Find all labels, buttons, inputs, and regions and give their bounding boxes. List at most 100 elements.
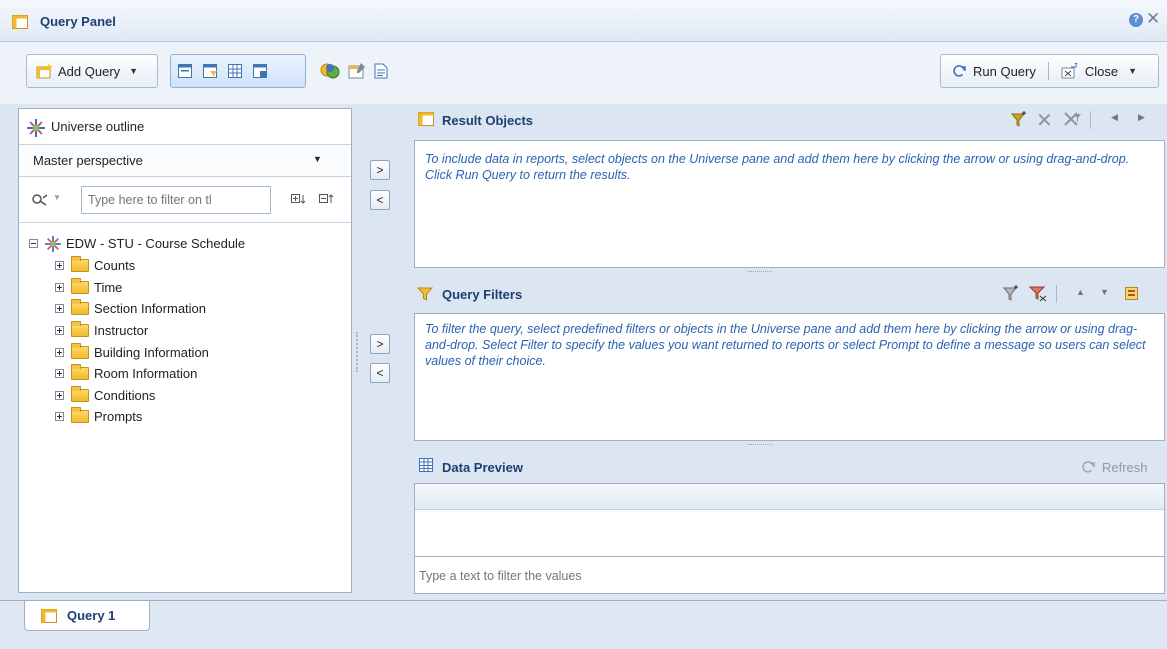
collapse-all-icon[interactable] — [319, 193, 335, 205]
move-left-icon[interactable]: ◀ — [1111, 112, 1118, 123]
add-query-label: Add Query — [58, 63, 121, 79]
move-down-icon[interactable]: ▼ — [1100, 287, 1109, 297]
view-script-icon[interactable] — [374, 63, 388, 79]
data-preview-icon — [419, 458, 433, 472]
splitter-handle[interactable] — [356, 332, 360, 372]
query-tab-label: Query 1 — [67, 608, 116, 623]
add-filter-button[interactable]: > — [370, 334, 390, 354]
tree-folder[interactable]: Time — [55, 277, 122, 298]
folder-icon — [71, 407, 89, 423]
filter-options-icon[interactable] — [1028, 284, 1048, 302]
data-preview-pane-icon[interactable] — [227, 63, 243, 79]
refresh-button[interactable]: Refresh — [1102, 460, 1148, 475]
tree-folder[interactable]: Building Information — [55, 342, 209, 363]
expand-toggle-icon[interactable] — [55, 412, 64, 421]
move-up-icon[interactable]: ▲ — [1076, 287, 1085, 297]
add-result-object-button[interactable]: > — [370, 160, 390, 180]
query-tab-icon — [41, 608, 57, 623]
folder-icon — [71, 256, 89, 272]
add-filter-object-icon[interactable] — [1010, 110, 1028, 128]
expand-toggle-icon[interactable] — [55, 326, 64, 335]
data-preview-filter-input[interactable] — [415, 560, 1164, 592]
refresh-icon — [1082, 461, 1095, 473]
add-predefined-filter-icon[interactable] — [1002, 284, 1020, 302]
title-bar: Query Panel ? ✕ — [0, 0, 1167, 42]
tree-folder-label: Building Information — [94, 345, 209, 360]
data-preview-pane — [414, 483, 1165, 594]
remove-filter-button[interactable]: < — [370, 363, 390, 383]
chevron-down-icon[interactable]: ▼ — [53, 193, 61, 202]
properties-pane-icon[interactable] — [252, 63, 268, 79]
tree-folder-label: Counts — [94, 258, 136, 273]
remove-all-objects-icon[interactable] — [1062, 110, 1082, 128]
expand-toggle-icon[interactable] — [55, 369, 64, 378]
close-query-icon — [1061, 63, 1078, 79]
run-close-group: Run Query Close ▼ — [940, 54, 1159, 88]
tree-folder-label: Prompts — [94, 409, 143, 424]
combined-query-icon[interactable] — [320, 62, 340, 80]
universe-icon — [27, 119, 45, 137]
universe-tree: EDW - STU - Course Schedule Counts Time … — [19, 231, 351, 591]
query-filters-header: Query Filters ▲ ▼ — [414, 282, 1167, 310]
tree-folder[interactable]: Counts — [55, 255, 135, 276]
refresh-icon — [953, 65, 966, 77]
move-right-icon[interactable]: ▶ — [1138, 112, 1145, 123]
help-icon[interactable]: ? — [1129, 13, 1143, 27]
close-button[interactable]: Close — [1085, 64, 1118, 79]
filter-bar: ▼ — [19, 177, 351, 223]
perspective-dropdown[interactable]: Master perspective ▼ — [19, 145, 351, 177]
perspective-value: Master perspective — [33, 153, 143, 168]
tab-query-1[interactable]: Query 1 — [24, 601, 150, 631]
tree-folder-label: Section Information — [94, 301, 207, 316]
tree-folder[interactable]: Prompts — [55, 406, 142, 427]
chevron-down-icon[interactable]: ▼ — [1128, 66, 1137, 76]
tree-folder-label: Instructor — [94, 323, 149, 338]
separator — [1056, 285, 1057, 303]
query-properties-icon[interactable] — [348, 62, 366, 80]
result-objects-hint: To include data in reports, select objec… — [425, 152, 1130, 182]
filter-pane-icon[interactable] — [202, 63, 218, 79]
tree-folder[interactable]: Conditions — [55, 385, 155, 406]
universe-icon — [45, 235, 61, 252]
tree-folder-label: Conditions — [94, 388, 156, 403]
tree-folder-label: Time — [94, 280, 123, 295]
chevron-down-icon: ▼ — [313, 154, 322, 164]
close-window-icon[interactable]: ✕ — [1146, 10, 1160, 28]
folder-icon — [71, 321, 89, 337]
expand-toggle-icon[interactable] — [55, 261, 64, 270]
add-query-button[interactable]: Add Query ▼ — [26, 54, 158, 88]
folder-icon — [71, 278, 89, 294]
splitter-handle[interactable] — [748, 271, 772, 272]
result-objects-pane[interactable]: To include data in reports, select objec… — [414, 140, 1165, 268]
tree-root-label: EDW - STU - Course Schedule — [66, 236, 246, 251]
query-filters-pane[interactable]: To filter the query, select predefined f… — [414, 313, 1165, 441]
query-tabs-bar: Query 1 — [0, 600, 1167, 649]
key-search-icon[interactable] — [31, 191, 49, 207]
run-query-button[interactable]: Run Query — [973, 64, 1036, 79]
tree-root[interactable]: EDW - STU - Course Schedule — [29, 233, 245, 254]
toolbar: Add Query ▼ Run Query Close ▼ — [0, 42, 1167, 104]
remove-object-icon[interactable]: ✕ — [1036, 108, 1053, 133]
outline-view-icon[interactable] — [177, 63, 193, 79]
expand-toggle-icon[interactable] — [55, 304, 64, 313]
expand-all-icon[interactable] — [291, 193, 307, 205]
filter-properties-icon[interactable] — [1125, 287, 1138, 300]
separator — [415, 556, 1164, 557]
collapse-toggle-icon[interactable] — [29, 239, 38, 248]
expand-toggle-icon[interactable] — [55, 391, 64, 400]
folder-icon — [71, 299, 89, 315]
expand-toggle-icon[interactable] — [55, 283, 64, 292]
universe-filter-input[interactable] — [81, 186, 271, 214]
data-preview-header: Data Preview Refresh — [414, 455, 1167, 483]
query-filters-hint: To filter the query, select predefined f… — [425, 322, 1146, 368]
query-filters-title: Query Filters — [442, 287, 523, 302]
expand-toggle-icon[interactable] — [55, 348, 64, 357]
view-mode-group — [170, 54, 306, 88]
universe-outline-title: Universe outline — [51, 119, 145, 134]
folder-icon — [71, 386, 89, 402]
tree-folder[interactable]: Instructor — [55, 320, 148, 341]
remove-result-object-button[interactable]: < — [370, 190, 390, 210]
tree-folder[interactable]: Section Information — [55, 298, 206, 319]
tree-folder[interactable]: Room Information — [55, 363, 197, 384]
splitter-handle[interactable] — [748, 444, 772, 445]
